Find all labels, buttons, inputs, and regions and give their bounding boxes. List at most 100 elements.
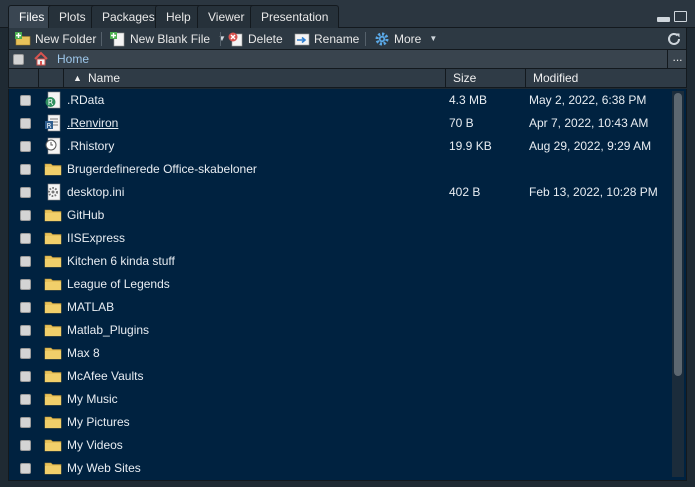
pane-tab-bar: Files Plots Packages Help Viewer Present…: [0, 0, 695, 28]
maximize-pane-icon[interactable]: [674, 11, 687, 22]
scrollbar-thumb[interactable]: [674, 93, 682, 376]
file-modified: Apr 7, 2022, 10:43 AM: [529, 116, 649, 130]
folder-icon: [44, 229, 62, 247]
row-checkbox[interactable]: [20, 279, 31, 290]
folder-icon: [44, 459, 62, 477]
delete-button[interactable]: Delete: [228, 28, 283, 49]
row-checkbox[interactable]: [20, 233, 31, 244]
rename-label: Rename: [314, 31, 360, 46]
file-row[interactable]: McAfee Vaults: [9, 365, 669, 388]
window-controls: [657, 11, 687, 22]
file-name-link[interactable]: My Pictures: [67, 415, 130, 429]
row-checkbox[interactable]: [20, 325, 31, 336]
file-name-link[interactable]: My Music: [67, 392, 118, 406]
file-name-link[interactable]: GitHub: [67, 208, 104, 222]
breadcrumb: Home ...: [8, 49, 687, 69]
svg-text:R: R: [47, 122, 52, 130]
toolbar-divider: [101, 32, 102, 46]
file-size: 4.3 MB: [449, 93, 488, 107]
row-checkbox[interactable]: [20, 256, 31, 267]
row-checkbox[interactable]: [20, 302, 31, 313]
file-row[interactable]: Max 8: [9, 342, 669, 365]
file-row[interactable]: My Music: [9, 388, 669, 411]
file-list-header: ▲ Name Size Modified: [8, 69, 687, 88]
row-checkbox[interactable]: [20, 164, 31, 175]
folder-icon: [44, 321, 62, 339]
file-row[interactable]: GitHub: [9, 204, 669, 227]
new-file-icon: [110, 31, 126, 47]
tab-help[interactable]: Help: [155, 5, 202, 28]
file-row[interactable]: My Web Sites: [9, 457, 669, 480]
rename-button[interactable]: Rename: [294, 28, 359, 49]
file-row[interactable]: MATLAB: [9, 296, 669, 319]
file-row[interactable]: .Rhistory 19.9 KB Aug 29, 2022, 9:29 AM: [9, 135, 669, 158]
file-name-link[interactable]: Matlab_Plugins: [67, 323, 149, 337]
tab-plots[interactable]: Plots: [48, 5, 97, 28]
file-name-link[interactable]: Max 8: [67, 346, 100, 360]
folder-icon: [44, 344, 62, 362]
folder-icon: [44, 436, 62, 454]
row-checkbox[interactable]: [20, 417, 31, 428]
file-modified: Feb 13, 2022, 10:28 PM: [529, 185, 658, 199]
folder-icon: [44, 160, 62, 178]
row-checkbox[interactable]: [20, 348, 31, 359]
row-checkbox[interactable]: [20, 463, 31, 474]
folder-icon: [44, 275, 62, 293]
refresh-button[interactable]: [666, 28, 682, 49]
file-name-link[interactable]: desktop.ini: [67, 185, 124, 199]
file-row[interactable]: Brugerdefinerede Office-skabeloner: [9, 158, 669, 181]
row-checkbox[interactable]: [20, 118, 31, 129]
file-row[interactable]: My Pictures: [9, 411, 669, 434]
file-row[interactable]: R .Renviron 70 B Apr 7, 2022, 10:43 AM: [9, 112, 669, 135]
new-folder-button[interactable]: New Folder: [15, 28, 96, 49]
select-all-checkbox[interactable]: [13, 54, 24, 65]
file-list: R .RData 4.3 MB May 2, 2022, 6:38 PM R .Renvi…: [8, 89, 687, 481]
file-row[interactable]: desktop.ini 402 B Feb 13, 2022, 10:28 PM: [9, 181, 669, 204]
file-name-link[interactable]: IISExpress: [67, 231, 125, 245]
file-modified: May 2, 2022, 6:38 PM: [529, 93, 647, 107]
row-checkbox[interactable]: [20, 371, 31, 382]
file-row[interactable]: R .RData 4.3 MB May 2, 2022, 6:38 PM: [9, 89, 669, 112]
row-checkbox[interactable]: [20, 440, 31, 451]
file-name-link[interactable]: .Renviron: [67, 116, 118, 130]
breadcrumb-home[interactable]: Home: [57, 52, 89, 66]
vertical-scrollbar[interactable]: [672, 91, 684, 477]
row-checkbox[interactable]: [20, 95, 31, 106]
file-name-link[interactable]: MATLAB: [67, 300, 114, 314]
file-name-link[interactable]: League of Legends: [67, 277, 170, 291]
renviron-file-icon: R: [44, 114, 62, 132]
file-row[interactable]: IISExpress: [9, 227, 669, 250]
column-divider: [445, 69, 446, 87]
file-name-link[interactable]: Kitchen 6 kinda stuff: [67, 254, 175, 268]
row-checkbox[interactable]: [20, 210, 31, 221]
file-size: 402 B: [449, 185, 481, 199]
more-button[interactable]: More ▼: [374, 28, 437, 49]
tab-viewer[interactable]: Viewer: [197, 5, 256, 28]
row-checkbox[interactable]: [20, 187, 31, 198]
minimize-pane-icon[interactable]: [657, 17, 670, 22]
column-divider: [63, 69, 64, 87]
file-row[interactable]: Matlab_Plugins: [9, 319, 669, 342]
row-checkbox[interactable]: [20, 394, 31, 405]
home-icon[interactable]: [33, 51, 49, 67]
new-folder-label: New Folder: [35, 31, 97, 46]
file-row[interactable]: League of Legends: [9, 273, 669, 296]
go-to-directory-button[interactable]: ...: [667, 50, 687, 68]
toolbar-divider: [365, 32, 366, 46]
file-row[interactable]: My Videos: [9, 434, 669, 457]
file-name-link[interactable]: McAfee Vaults: [67, 369, 143, 383]
file-row[interactable]: Kitchen 6 kinda stuff: [9, 250, 669, 273]
column-header-name[interactable]: Name: [88, 69, 120, 87]
row-checkbox[interactable]: [20, 141, 31, 152]
file-name-link[interactable]: Brugerdefinerede Office-skabeloner: [67, 162, 257, 176]
file-name-link[interactable]: My Web Sites: [67, 461, 141, 475]
file-name-link[interactable]: My Videos: [67, 438, 123, 452]
new-blank-file-button[interactable]: New Blank File ▼: [110, 28, 226, 49]
column-header-modified[interactable]: Modified: [533, 69, 578, 87]
column-header-size[interactable]: Size: [453, 69, 476, 87]
chevron-down-icon: ▼: [429, 34, 438, 43]
file-name-link[interactable]: .RData: [67, 93, 104, 107]
tab-presentation[interactable]: Presentation: [250, 5, 340, 28]
folder-icon: [44, 298, 62, 316]
file-name-link[interactable]: .Rhistory: [67, 139, 114, 153]
